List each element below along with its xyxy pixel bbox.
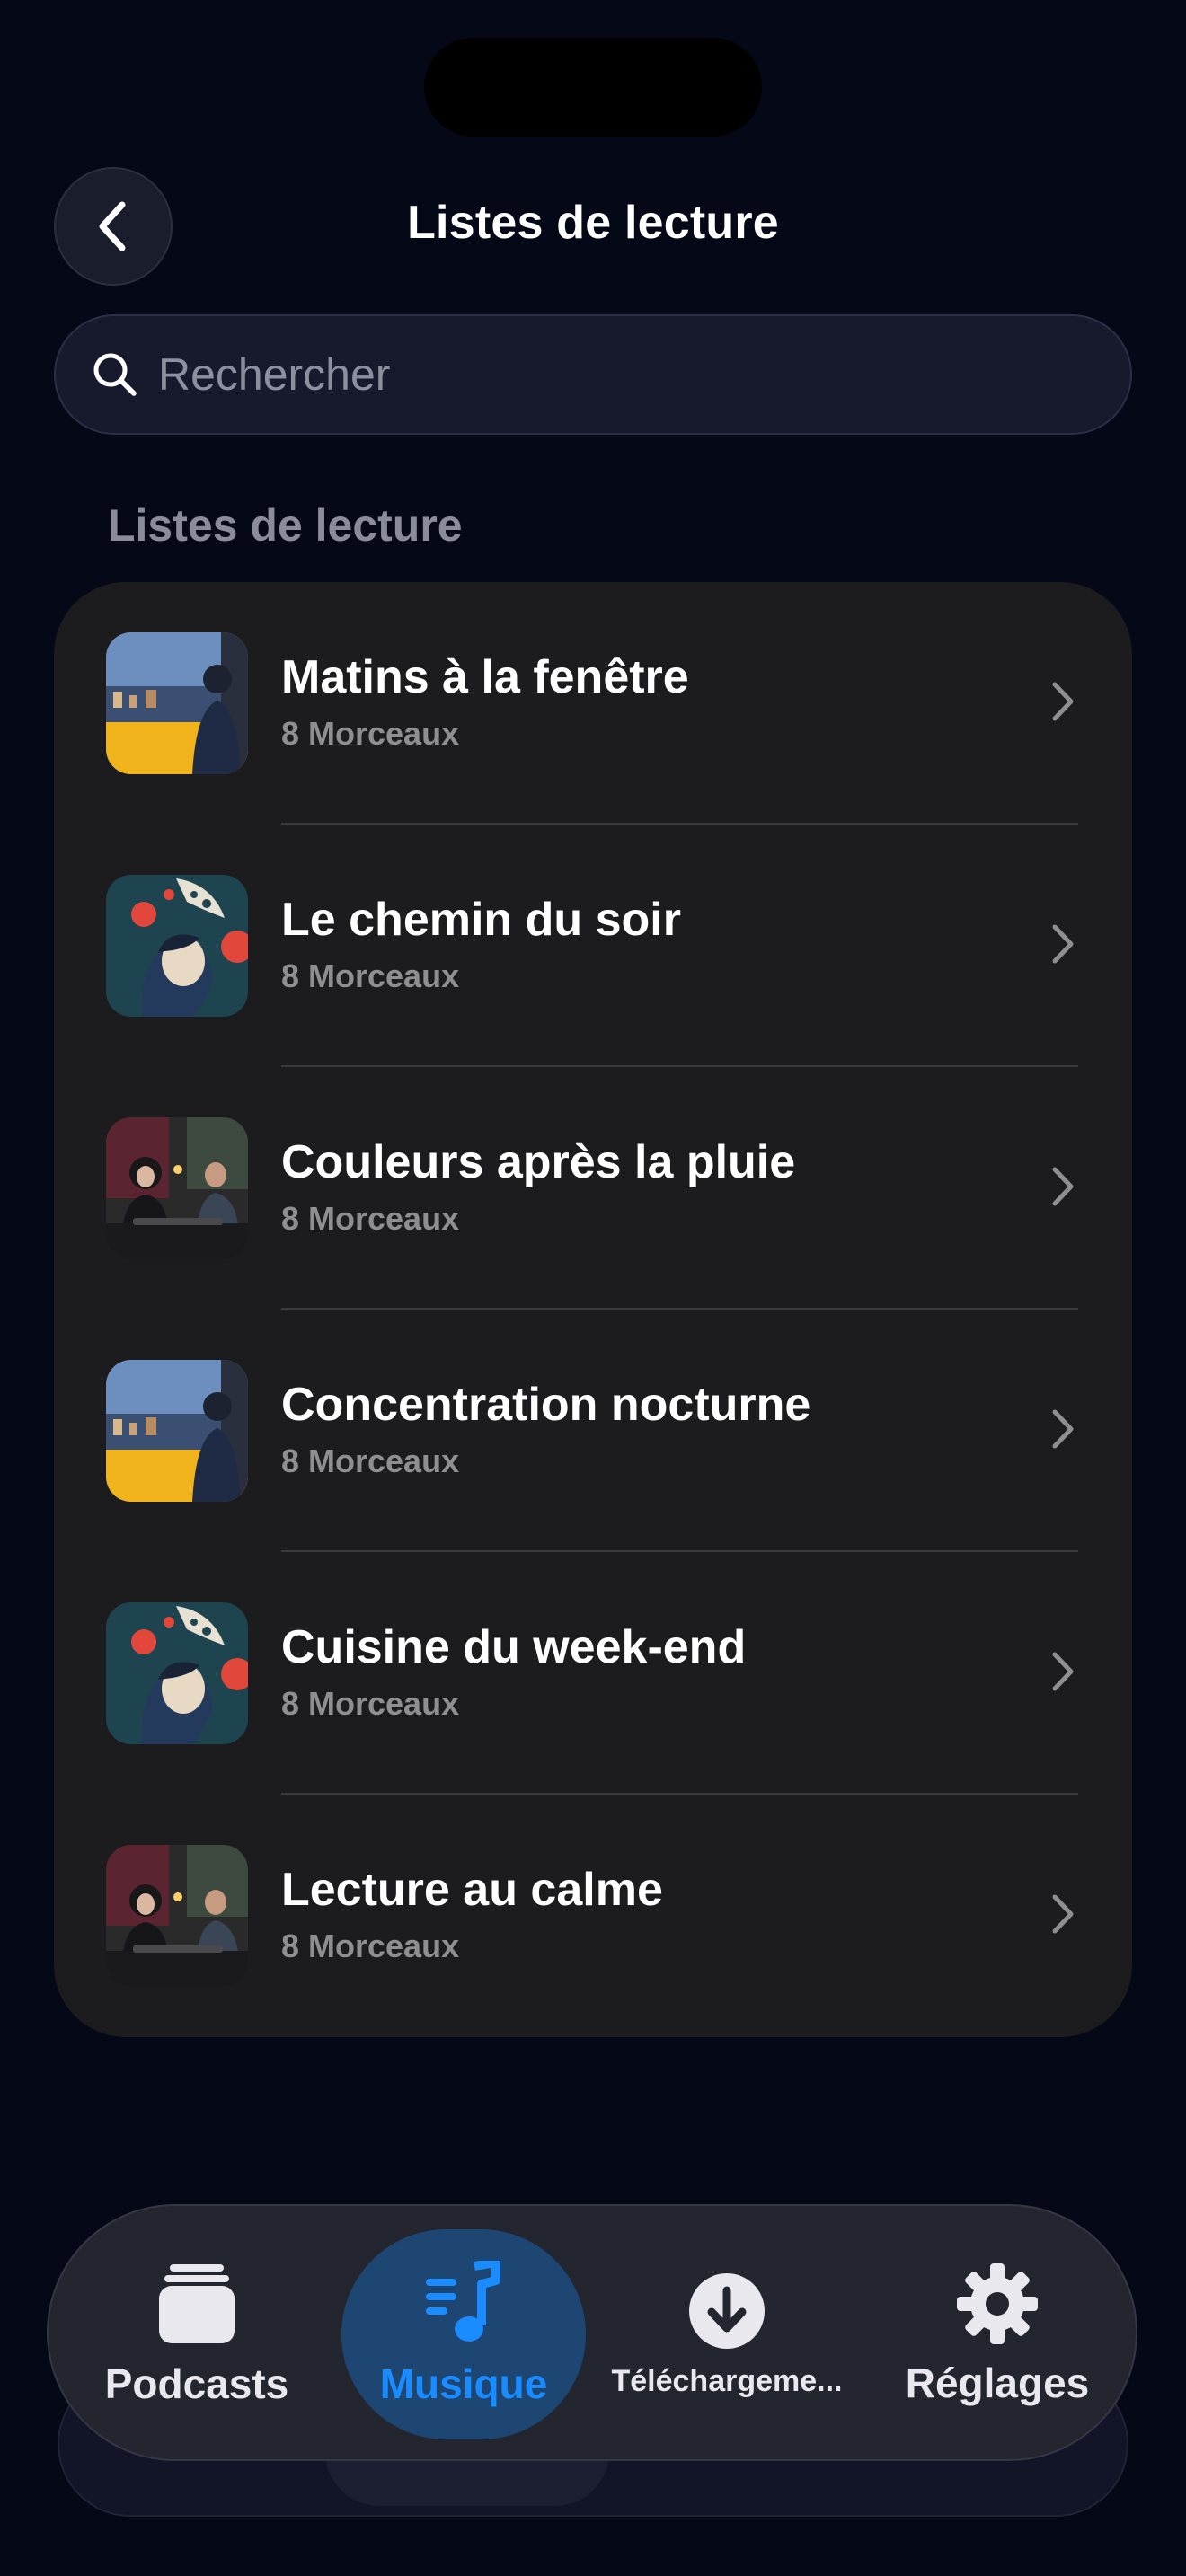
- playlist-artwork: [106, 1360, 248, 1502]
- playlist-track-count: 8 Morceaux: [281, 1200, 460, 1237]
- playlist-row[interactable]: Lecture au calme 8 Morceaux: [54, 1795, 1132, 2037]
- tab-podcasts[interactable]: Podcasts: [75, 2206, 318, 2463]
- playlist-title: Lecture au calme: [281, 1864, 663, 1916]
- playlist-list: Matins à la fenêtre 8 Morceaux Le chemin d…: [54, 582, 1132, 2037]
- chevron-right-icon: [1049, 1892, 1076, 1941]
- playlist-artwork: [106, 875, 248, 1017]
- playlist-artwork: [106, 1602, 248, 1744]
- tab-downloads[interactable]: Téléchargeme...: [597, 2206, 857, 2463]
- playlist-artwork: [106, 1117, 248, 1259]
- tab-music[interactable]: Musique: [341, 2229, 586, 2439]
- playlist-track-count: 8 Morceaux: [281, 1442, 460, 1479]
- playlist-title: Cuisine du week-end: [281, 1621, 747, 1673]
- search-input[interactable]: [158, 348, 1057, 401]
- playlist-row[interactable]: Le chemin du soir 8 Morceaux: [54, 825, 1132, 1067]
- tab-label: Réglages: [905, 2360, 1090, 2406]
- playlist-row[interactable]: Cuisine du week-end 8 Morceaux: [54, 1552, 1132, 1795]
- playlist-title: Le chemin du soir: [281, 894, 681, 946]
- chevron-right-icon: [1049, 679, 1076, 728]
- gear-icon: [957, 2263, 1038, 2344]
- tab-bar: Podcasts Musique Téléchargeme... Réglage…: [47, 2204, 1137, 2461]
- tab-settings[interactable]: Réglages: [881, 2206, 1114, 2463]
- playlist-row[interactable]: Concentration nocturne 8 Morceaux: [54, 1310, 1132, 1552]
- search-icon: [93, 353, 137, 396]
- playlist-title: Couleurs après la pluie: [281, 1136, 796, 1188]
- download-icon: [689, 2272, 765, 2349]
- playlist-title: Matins à la fenêtre: [281, 651, 689, 703]
- playlist-track-count: 8 Morceaux: [281, 715, 460, 752]
- playlist-row[interactable]: Couleurs après la pluie 8 Morceaux: [54, 1067, 1132, 1310]
- dynamic-island: [424, 38, 762, 137]
- chevron-right-icon: [1049, 1649, 1076, 1698]
- playlist-track-count: 8 Morceaux: [281, 1928, 460, 1964]
- chevron-right-icon: [1049, 922, 1076, 971]
- search-field[interactable]: [54, 314, 1132, 435]
- music-note-icon: [426, 2261, 500, 2342]
- playlist-track-count: 8 Morceaux: [281, 957, 460, 994]
- playlists-screen: Listes de lecture Listes de lecture Mati…: [0, 0, 1186, 2576]
- playlist-title: Concentration nocturne: [281, 1379, 811, 1431]
- playlist-row[interactable]: Matins à la fenêtre 8 Morceaux: [54, 582, 1132, 825]
- chevron-right-icon: [1049, 1407, 1076, 1456]
- section-header: Listes de lecture: [108, 500, 463, 551]
- playlist-artwork: [106, 632, 248, 774]
- tab-label: Podcasts: [104, 2360, 289, 2407]
- playlist-track-count: 8 Morceaux: [281, 1685, 460, 1722]
- tab-label: Téléchargeme...: [611, 2363, 843, 2398]
- chevron-right-icon: [1049, 1164, 1076, 1213]
- tab-label: Musique: [379, 2360, 548, 2407]
- page-title: Listes de lecture: [407, 197, 779, 249]
- stack-icon: [159, 2264, 235, 2343]
- playlist-artwork: [106, 1845, 248, 1987]
